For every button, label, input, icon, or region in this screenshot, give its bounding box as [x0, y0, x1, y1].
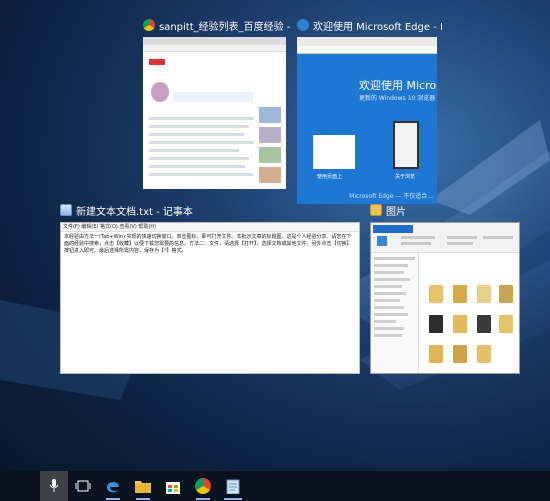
edge-welcome-subheading: 更新的 Windows 10 浏览器 — [359, 95, 436, 102]
edge-card-right-caption: 关于浏览 — [395, 174, 416, 180]
photos-window-title: 图片 — [386, 206, 406, 218]
task-view-photos[interactable]: 图片 — [370, 200, 520, 374]
file-thumbnail — [429, 345, 443, 363]
taskbar-store[interactable] — [158, 471, 188, 501]
notepad-window-preview: 文件(F) 编辑(E) 格式(O) 查看(V) 帮助(H) 本经验由方法一(Ta… — [60, 222, 360, 374]
file-thumbnail — [477, 285, 491, 303]
taskbar-file-explorer[interactable] — [128, 471, 158, 501]
file-thumbnail — [477, 315, 491, 333]
edge-footer: Microsoft Edge — 不仅适合... — [349, 193, 433, 200]
edge-icon — [297, 19, 309, 31]
store-icon — [166, 482, 180, 494]
file-thumbnail — [429, 315, 443, 333]
taskbar-edge[interactable] — [98, 471, 128, 501]
file-thumbnail — [499, 315, 513, 333]
task-view-notepad[interactable]: 新建文本文档.txt - 记事本 文件(F) 编辑(E) 格式(O) 查看(V)… — [60, 200, 360, 374]
edge-welcome-heading: 欢迎使用 Microsoft E — [359, 79, 437, 92]
notepad-text-content: 本经验由方法一(Tab+Win) 实现的快速切换窗口。单击图标，即可打开文件。本… — [64, 234, 352, 254]
explorer-navigation-pane — [371, 253, 419, 373]
explorer-ribbon — [371, 223, 519, 253]
edge-window-preview: 欢迎使用 Microsoft E 更新的 Windows 10 浏览器 使用页面… — [297, 37, 437, 204]
edge-window-title-bar: 欢迎使用 Microsoft Edge - Micro... — [297, 15, 442, 35]
file-thumbnail — [453, 285, 467, 303]
edge-card-left — [313, 135, 355, 169]
notepad-window-title-bar: 新建文本文档.txt - 记事本 — [60, 200, 310, 220]
edge-card-right — [393, 121, 419, 169]
taskbar-chrome[interactable] — [188, 471, 218, 501]
avatar — [151, 82, 169, 102]
taskbar — [0, 471, 550, 501]
microphone-button[interactable] — [40, 471, 68, 501]
task-view-icon — [75, 480, 91, 492]
file-thumbnail — [477, 345, 491, 363]
task-view-edge[interactable]: 欢迎使用 Microsoft Edge - Micro... 欢迎使用 Micr… — [297, 15, 442, 204]
microphone-icon — [49, 479, 59, 492]
notepad-icon — [226, 479, 240, 494]
chrome-window-preview — [143, 37, 286, 189]
notepad-menu-bar: 文件(F) 编辑(E) 格式(O) 查看(V) 帮助(H) — [61, 223, 359, 232]
photos-window-title-bar: 图片 — [370, 200, 520, 220]
folder-icon — [135, 481, 151, 493]
task-view-button[interactable] — [68, 471, 98, 501]
edge-window-title: 欢迎使用 Microsoft Edge - Micro... — [313, 21, 442, 33]
file-thumbnail — [429, 285, 443, 303]
chrome-icon — [143, 19, 155, 31]
baidu-logo — [149, 59, 165, 65]
file-thumbnail — [453, 345, 467, 363]
chrome-icon — [195, 478, 211, 494]
file-thumbnail — [499, 285, 513, 303]
start-area — [0, 471, 40, 501]
edge-card-left-caption: 使用页面上 — [317, 174, 343, 180]
notepad-window-title: 新建文本文档.txt - 记事本 — [76, 206, 193, 218]
notepad-icon — [60, 204, 72, 216]
photos-icon — [370, 204, 382, 216]
file-thumbnail — [453, 315, 467, 333]
task-view-chrome[interactable]: sanpitt_经验列表_百度经验 - Goo... — [143, 15, 293, 189]
taskbar-notepad[interactable] — [218, 471, 248, 501]
chrome-window-title-bar: sanpitt_经验列表_百度经验 - Goo... — [143, 15, 293, 35]
chrome-window-title: sanpitt_经验列表_百度经验 - Goo... — [159, 21, 293, 33]
edge-icon — [107, 482, 119, 493]
explorer-window-preview — [370, 222, 520, 374]
